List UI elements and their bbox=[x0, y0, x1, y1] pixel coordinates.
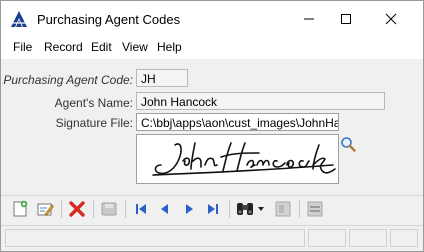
delete-icon bbox=[69, 201, 85, 217]
app-logo-icon bbox=[10, 10, 28, 28]
delete-button[interactable] bbox=[67, 199, 87, 219]
toolbar-separator bbox=[93, 200, 94, 218]
first-icon bbox=[136, 204, 146, 214]
next-record-button[interactable] bbox=[179, 199, 199, 219]
status-panel-main bbox=[5, 229, 305, 247]
previous-icon bbox=[161, 204, 168, 214]
next-icon bbox=[186, 204, 193, 214]
name-label: Agent's Name: bbox=[54, 96, 133, 110]
toolbar-separator bbox=[125, 200, 126, 218]
toolbar-separator bbox=[299, 200, 300, 218]
minimize-button[interactable] bbox=[289, 5, 329, 33]
status-bar bbox=[1, 225, 423, 251]
options-button[interactable] bbox=[305, 199, 325, 219]
title-bar: Purchasing Agent Codes bbox=[1, 1, 423, 37]
menu-record[interactable]: Record bbox=[44, 40, 83, 54]
new-record-button[interactable] bbox=[10, 199, 30, 219]
menu-bar: File Record Edit View Help bbox=[1, 37, 423, 59]
save-button[interactable] bbox=[99, 199, 119, 219]
options-icon bbox=[307, 201, 323, 217]
agent-code-field[interactable]: JH bbox=[136, 69, 188, 87]
signature-file-field[interactable]: C:\bbj\apps\aon\cust_images\JohnHancock bbox=[136, 113, 339, 131]
edit-record-icon bbox=[37, 203, 54, 216]
find-button[interactable] bbox=[235, 199, 255, 219]
toolbar-separator bbox=[229, 200, 230, 218]
find-dropdown-button[interactable] bbox=[255, 199, 267, 219]
edit-record-button[interactable] bbox=[35, 199, 55, 219]
agent-form: Purchasing Agent Code: JH Agent's Name: … bbox=[1, 59, 423, 193]
last-icon bbox=[208, 204, 218, 214]
maximize-button[interactable] bbox=[326, 5, 366, 33]
zoom-signature-icon[interactable] bbox=[340, 136, 356, 152]
chevron-down-icon bbox=[258, 207, 264, 211]
toolbar-separator bbox=[61, 200, 62, 218]
menu-file[interactable]: File bbox=[13, 40, 32, 54]
app-window: Purchasing Agent Codes File Record Edit … bbox=[0, 0, 424, 252]
maximize-icon bbox=[341, 14, 351, 24]
minimize-icon bbox=[304, 18, 314, 20]
signature-image bbox=[136, 134, 339, 184]
status-panel bbox=[390, 229, 418, 247]
menu-edit[interactable]: Edit bbox=[91, 40, 112, 54]
menu-help[interactable]: Help bbox=[157, 40, 182, 54]
last-record-button[interactable] bbox=[203, 199, 223, 219]
window-title: Purchasing Agent Codes bbox=[37, 12, 181, 27]
previous-record-button[interactable] bbox=[155, 199, 175, 219]
close-icon bbox=[385, 13, 397, 25]
code-label: Purchasing Agent Code: bbox=[3, 73, 133, 87]
lookup-icon bbox=[275, 201, 291, 217]
signature-drawing bbox=[152, 142, 336, 176]
close-button[interactable] bbox=[371, 5, 411, 33]
menu-view[interactable]: View bbox=[122, 40, 148, 54]
toolbar bbox=[1, 195, 423, 222]
status-panel bbox=[308, 229, 346, 247]
lookup-button[interactable] bbox=[273, 199, 293, 219]
status-panel bbox=[349, 229, 387, 247]
binoculars-icon bbox=[237, 203, 253, 215]
save-icon bbox=[101, 202, 117, 216]
new-record-icon bbox=[13, 200, 28, 217]
agent-name-field[interactable]: John Hancock bbox=[136, 92, 385, 110]
first-record-button[interactable] bbox=[131, 199, 151, 219]
signature-label: Signature File: bbox=[55, 116, 133, 130]
